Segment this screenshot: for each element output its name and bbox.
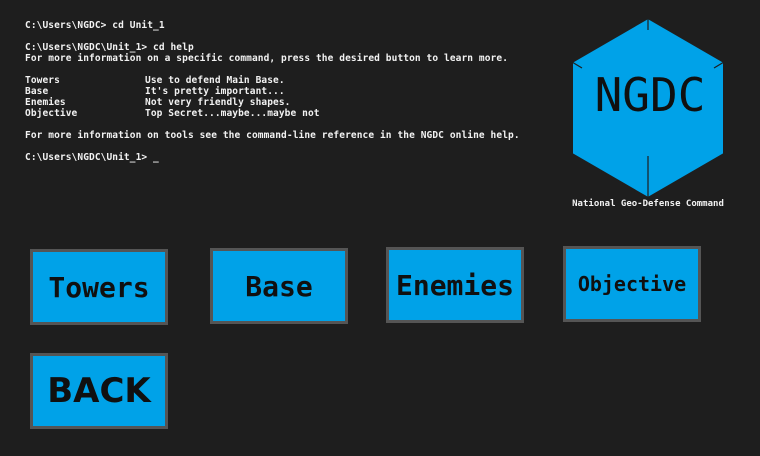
help-row-base: Base It's pretty important...: [25, 86, 565, 97]
console-prompt: C:\Users\NGDC\Unit_1> _: [25, 152, 159, 163]
help-cmd: Objective: [25, 108, 78, 119]
base-button-label: Base: [245, 269, 313, 303]
logo-caption: National Geo-Defense Command: [572, 199, 724, 209]
help-cmd: Base: [25, 86, 49, 97]
back-button[interactable]: BACK: [30, 353, 168, 429]
console-gap: [25, 119, 565, 130]
objective-button[interactable]: Objective: [563, 246, 701, 322]
help-cmd: Towers: [25, 75, 60, 86]
logo-text: NGDC: [595, 68, 706, 122]
console-line-reference: For more information on tools see the co…: [25, 130, 520, 141]
help-desc: Use to defend Main Base.: [145, 75, 285, 86]
help-cmd: Enemies: [25, 97, 66, 108]
console-output: C:\Users\NGDC> cd Unit_1 C:\Users\NGDC\U…: [25, 20, 565, 163]
console-line-cd-unit: C:\Users\NGDC> cd Unit_1: [25, 20, 165, 31]
console-gap: [25, 141, 565, 152]
help-desc: Top Secret...maybe...maybe not: [145, 108, 320, 119]
towers-button[interactable]: Towers: [30, 249, 168, 325]
help-desc: It's pretty important...: [145, 86, 285, 97]
help-row-enemies: Enemies Not very friendly shapes.: [25, 97, 565, 108]
console-line-cd-help: C:\Users\NGDC\Unit_1> cd help: [25, 42, 194, 53]
enemies-button[interactable]: Enemies: [386, 247, 524, 323]
console-gap: [25, 31, 565, 42]
base-button[interactable]: Base: [210, 248, 348, 324]
enemies-button-label: Enemies: [395, 268, 514, 302]
help-desc: Not very friendly shapes.: [145, 97, 291, 108]
objective-button-label: Objective: [577, 272, 687, 296]
console-gap: [25, 64, 565, 75]
help-row-towers: Towers Use to defend Main Base.: [25, 75, 565, 86]
console-line-info: For more information on a specific comma…: [25, 53, 509, 64]
help-row-objective: Objective Top Secret...maybe...maybe not: [25, 108, 565, 119]
ngdc-logo: NGDC: [571, 16, 725, 200]
back-button-label: BACK: [47, 371, 151, 411]
towers-button-label: Towers: [48, 270, 150, 304]
